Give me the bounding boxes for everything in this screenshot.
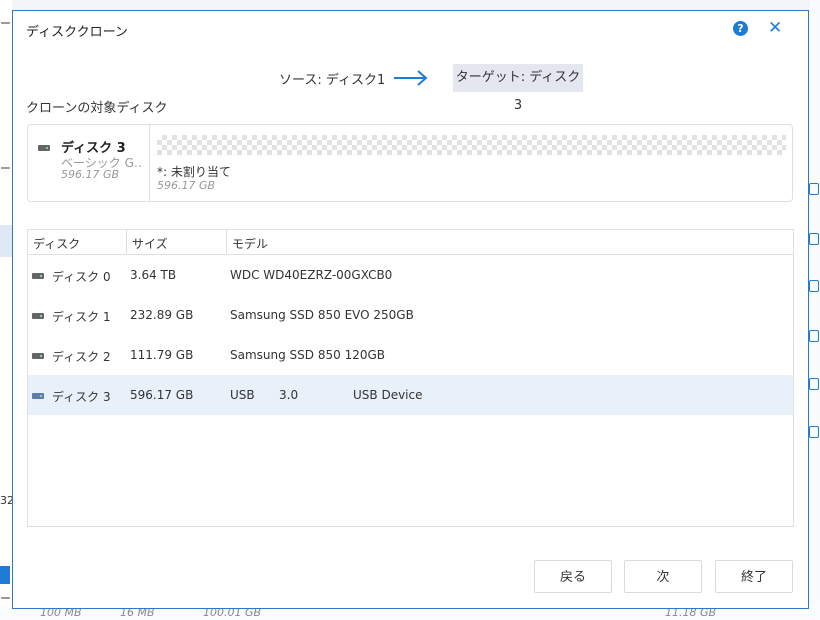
disk-model-cell: Samsung SSD 850 EVO 250GB (230, 308, 414, 322)
disk-model-cell: Samsung SSD 850 120GB (230, 348, 385, 362)
background-left-panel (0, 0, 12, 620)
column-header-model[interactable]: モデル (232, 235, 268, 252)
disk-clone-dialog: ディスククローン ? ✕ ソース: ディスク1 ターゲット: ディスク3 クロー… (12, 10, 809, 609)
back-button[interactable]: 戻る (534, 560, 612, 593)
disk-model-cell: USB (230, 388, 255, 402)
drive-icon (38, 145, 50, 151)
disk-size-cell: 596.17 GB (130, 388, 194, 402)
dialog-title: ディスククローン (26, 25, 128, 40)
background-disk-icon (809, 233, 819, 245)
table-row-selected[interactable]: ディスク 3 596.17 GB USB 3.0 USB Device (28, 375, 793, 415)
background-disk-icon (809, 183, 819, 195)
background-disk-icon (809, 280, 819, 292)
drive-icon (32, 393, 44, 399)
disk-name-cell: ディスク 3 (52, 390, 111, 404)
background-right-panel (810, 0, 820, 620)
column-divider[interactable] (226, 230, 227, 254)
background-left-accent (0, 566, 10, 584)
table-header: ディスク サイズ モデル (28, 230, 794, 255)
disk-model-cell: 3.0 (279, 388, 299, 402)
background-left-text: ー (0, 17, 11, 30)
background-disk-icon (809, 378, 819, 390)
target-disk-size: 596.17 GB (61, 168, 120, 181)
source-disk-label: ソース: ディスク1 (279, 73, 386, 88)
column-divider (793, 230, 794, 254)
disk-size-cell: 3.64 TB (130, 268, 177, 282)
background-disk-icon (809, 426, 819, 438)
finish-button[interactable]: 終了 (715, 560, 793, 593)
disk-model-cell: USB Device (353, 388, 423, 402)
column-header-disk[interactable]: ディスク (33, 235, 80, 252)
table-row[interactable]: ディスク 2 111.79 GB Samsung SSD 850 120GB (28, 335, 793, 375)
background-left-text: ー (0, 592, 11, 605)
drive-icon (32, 353, 44, 359)
column-header-size[interactable]: サイズ (132, 235, 168, 252)
partition-label: *: 未割り当て (157, 165, 231, 179)
table-row[interactable]: ディスク 0 3.64 TB WDC WD40EZRZ-00GXCB0 (28, 255, 793, 295)
disk-name-cell: ディスク 2 (52, 350, 111, 364)
unallocated-partition-bar[interactable] (157, 135, 786, 155)
target-disk-map: ディスク 3 ベーシック G‥ 596.17 GB *: 未割り当て 596.1… (27, 124, 793, 202)
arrow-right-icon (394, 70, 428, 86)
background-left-text: ー (0, 162, 11, 175)
next-button[interactable]: 次 (624, 560, 702, 593)
target-disk-chip: ターゲット: ディスク3 (453, 64, 583, 113)
drive-icon (32, 313, 44, 319)
table-row[interactable]: ディスク 1 232.89 GB Samsung SSD 850 EVO 250… (28, 295, 793, 335)
column-divider[interactable] (126, 230, 127, 254)
disk-model-cell: WDC WD40EZRZ-00GXCB0 (230, 268, 393, 282)
disk-name-cell: ディスク 0 (52, 270, 111, 284)
drive-icon (32, 273, 44, 279)
background-disk-icon (809, 330, 819, 342)
disk-size-cell: 232.89 GB (130, 308, 194, 322)
help-icon[interactable]: ? (733, 21, 748, 36)
disk-size-cell: 111.79 GB (130, 348, 194, 362)
close-icon[interactable]: ✕ (768, 18, 782, 38)
clone-target-label: クローンの対象ディスク (26, 101, 168, 116)
disk-table: ディスク サイズ モデル ディスク 0 3.64 TB WDC WD40EZRZ… (27, 229, 794, 527)
partition-size: 596.17 GB (157, 179, 216, 192)
disk-name-cell: ディスク 1 (52, 310, 111, 324)
target-disk-summary[interactable]: ディスク 3 ベーシック G‥ 596.17 GB (28, 125, 150, 201)
background-left-selection (0, 225, 12, 257)
